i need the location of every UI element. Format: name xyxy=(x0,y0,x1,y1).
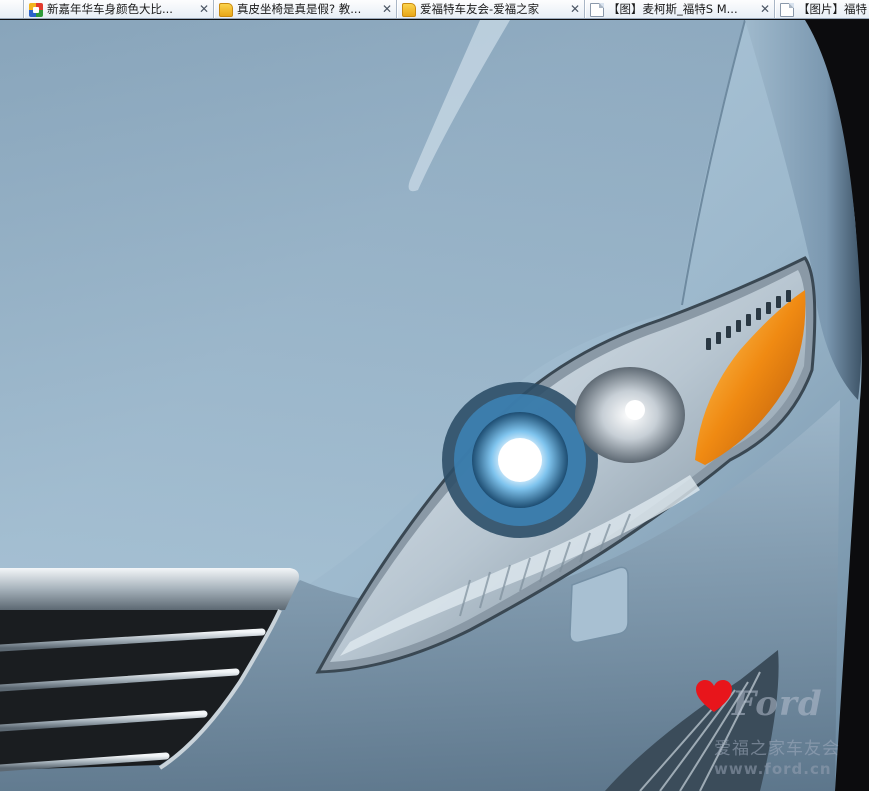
folder-favicon-icon xyxy=(402,2,416,17)
tab-label: 【图】麦柯斯_福特S M... xyxy=(608,2,738,16)
browser-tab-strip: 新嘉年华车身颜色大比... ✕ 真皮坐椅是真是假? 教... ✕ 爱福特车友会-… xyxy=(0,0,869,19)
heart-icon xyxy=(696,680,732,712)
tab-2[interactable]: 真皮坐椅是真是假? 教... ✕ xyxy=(214,0,397,18)
tab-scroll-stub[interactable] xyxy=(0,0,24,18)
colorful-cube-icon xyxy=(29,2,43,17)
blank-page-icon xyxy=(590,2,604,17)
tab-5[interactable]: 【图片】福特 xyxy=(775,0,869,18)
close-icon[interactable]: ✕ xyxy=(759,0,771,18)
tab-label: 真皮坐椅是真是假? 教... xyxy=(237,2,362,16)
car-headlight-photo xyxy=(0,20,869,791)
tab-label: 新嘉年华车身颜色大比... xyxy=(47,2,173,16)
watermark-brand: Ford xyxy=(732,684,823,724)
tab-1[interactable]: 新嘉年华车身颜色大比... ✕ xyxy=(24,0,214,18)
tab-label: 【图片】福特 xyxy=(798,2,867,16)
image-viewport: Ford 爱福之家车友会 www.ford.cn xyxy=(0,20,869,791)
tab-label: 爱福特车友会-爱福之家 xyxy=(420,2,540,16)
close-icon[interactable]: ✕ xyxy=(569,0,581,18)
close-icon[interactable]: ✕ xyxy=(381,0,393,18)
blank-page-icon xyxy=(780,2,794,17)
watermark-url: www.ford.cn xyxy=(714,760,832,778)
watermark-text: 爱福之家车友会 xyxy=(714,739,840,759)
site-watermark: Ford 爱福之家车友会 www.ford.cn xyxy=(692,680,869,791)
tab-3[interactable]: 爱福特车友会-爱福之家 ✕ xyxy=(397,0,585,18)
close-icon[interactable]: ✕ xyxy=(198,0,210,18)
folder-favicon-icon xyxy=(219,2,233,17)
tab-4[interactable]: 【图】麦柯斯_福特S M... ✕ xyxy=(585,0,775,18)
